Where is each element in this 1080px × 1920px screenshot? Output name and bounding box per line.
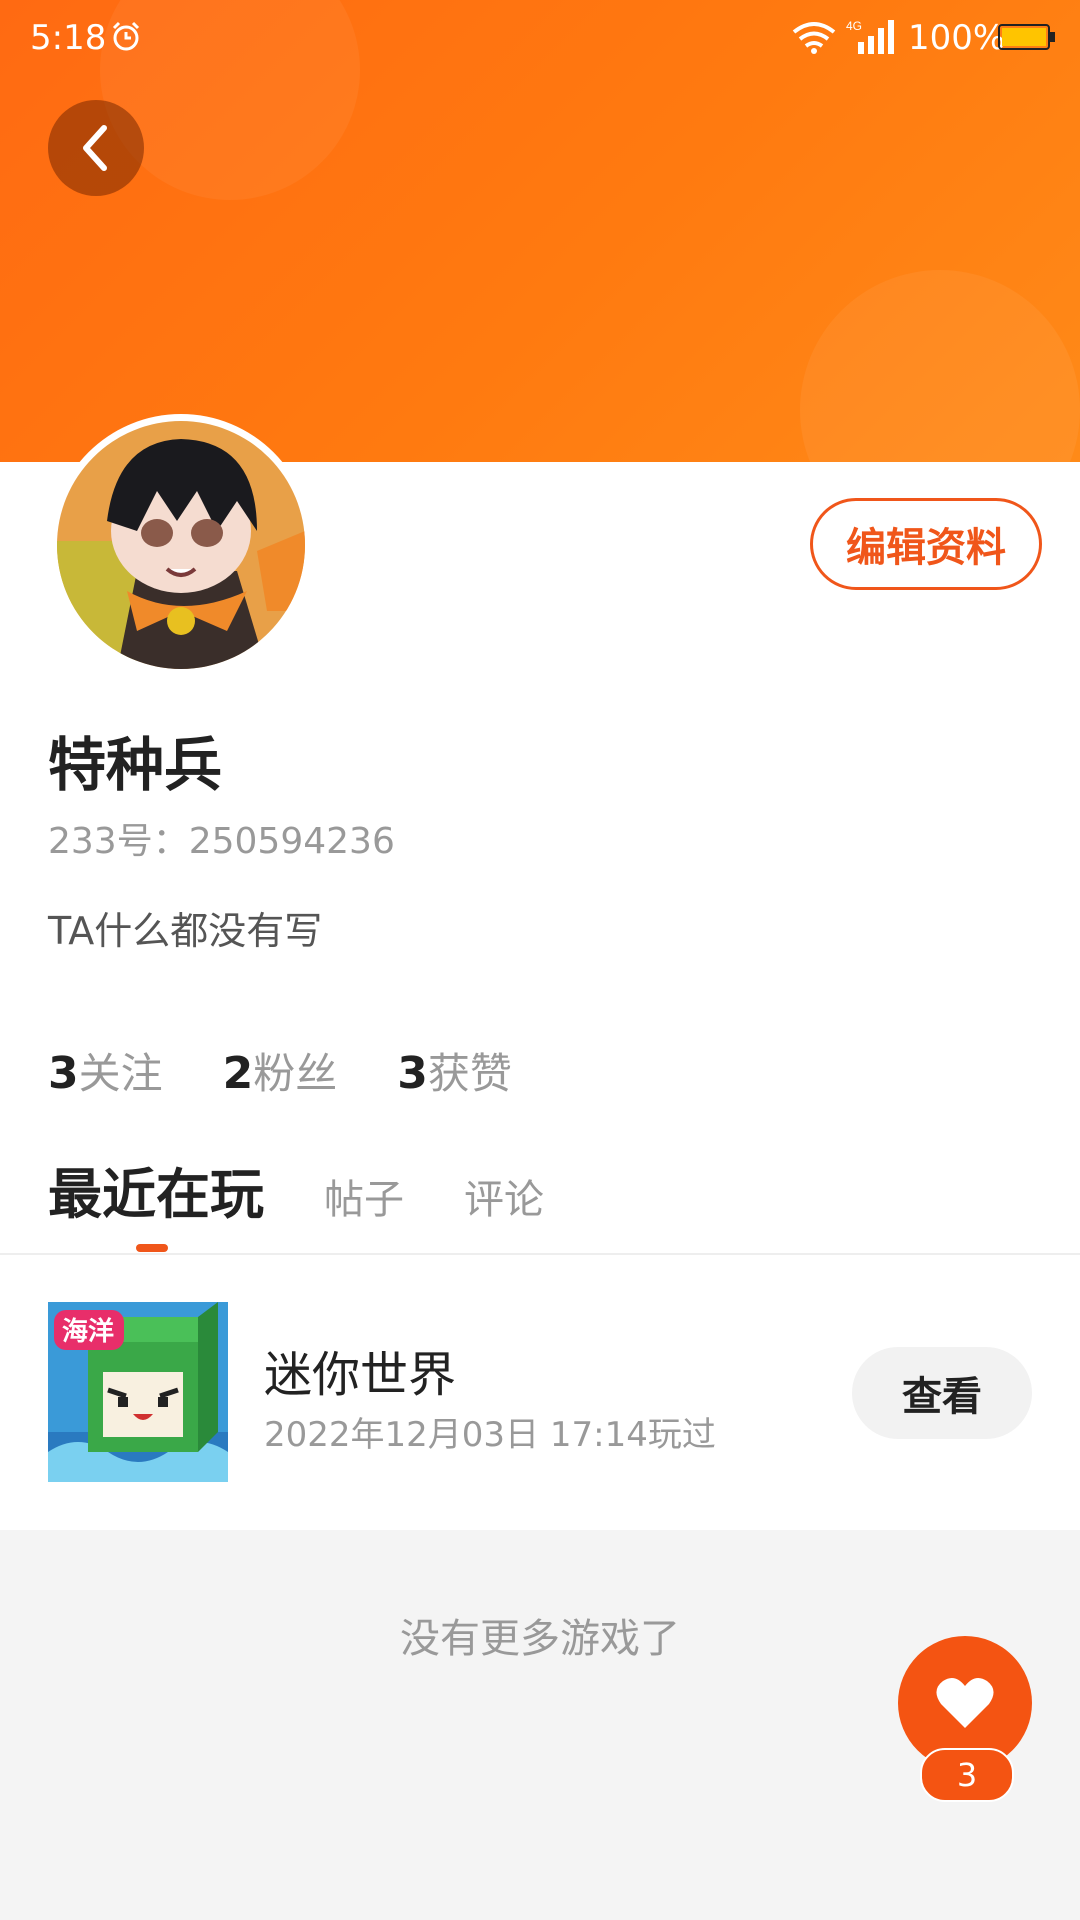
stat-label: 关注 (78, 1049, 163, 1098)
stat-count: 3 (48, 1048, 79, 1099)
back-button[interactable] (48, 100, 144, 196)
chevron-left-icon (83, 125, 107, 171)
game-list-item[interactable]: 海洋 迷你世界 2022年12月03日 17:14玩过 查看 (0, 1255, 1080, 1530)
active-tab-indicator (136, 1244, 168, 1252)
game-name: 迷你世界 (264, 1347, 457, 1403)
tab-posts[interactable]: 帖子 (324, 1167, 404, 1225)
battery-percent: 100% (908, 18, 1006, 58)
profile-stats: 3关注 2粉丝 3获赞 (48, 1040, 512, 1101)
stat-count: 2 (222, 1048, 254, 1099)
tab-comments[interactable]: 评论 (464, 1167, 544, 1225)
tab-recently-played[interactable]: 最近在玩 (48, 1150, 264, 1229)
stat-label: 获赞 (427, 1049, 512, 1098)
mini-world-game-icon: 海洋 (48, 1302, 228, 1482)
battery-icon (998, 24, 1055, 50)
avatar-frame (50, 414, 312, 676)
username: 特种兵 (48, 731, 223, 799)
status-time: 5:18 (30, 18, 107, 58)
stat-count: 3 (397, 1048, 428, 1099)
edit-profile-button[interactable]: 编辑资料 (810, 498, 1042, 590)
heart-icon (936, 1677, 994, 1728)
game-played-time: 2022年12月03日 17:14玩过 (264, 1415, 716, 1455)
signal-icon: 4G (846, 19, 894, 54)
user-id: 233号：250594236 (48, 821, 395, 862)
user-bio: TA什么都没有写 (48, 909, 323, 953)
content-tabs: 最近在玩 帖子 评论 (48, 1150, 604, 1229)
network-type: 4G (846, 19, 862, 33)
stat-following[interactable]: 3关注 (48, 1040, 163, 1101)
alarm-icon (112, 21, 140, 51)
stat-likes[interactable]: 3获赞 (397, 1040, 512, 1101)
avatar[interactable] (57, 421, 305, 669)
view-game-button[interactable]: 查看 (852, 1347, 1032, 1439)
status-bar: 5:18 4G 100% (0, 0, 1080, 78)
svg-text:海洋: 海洋 (62, 1316, 114, 1347)
like-count-badge: 3 (920, 1748, 1014, 1802)
wifi-icon (792, 22, 836, 54)
stat-label: 粉丝 (253, 1049, 338, 1098)
stat-followers[interactable]: 2粉丝 (223, 1040, 338, 1101)
